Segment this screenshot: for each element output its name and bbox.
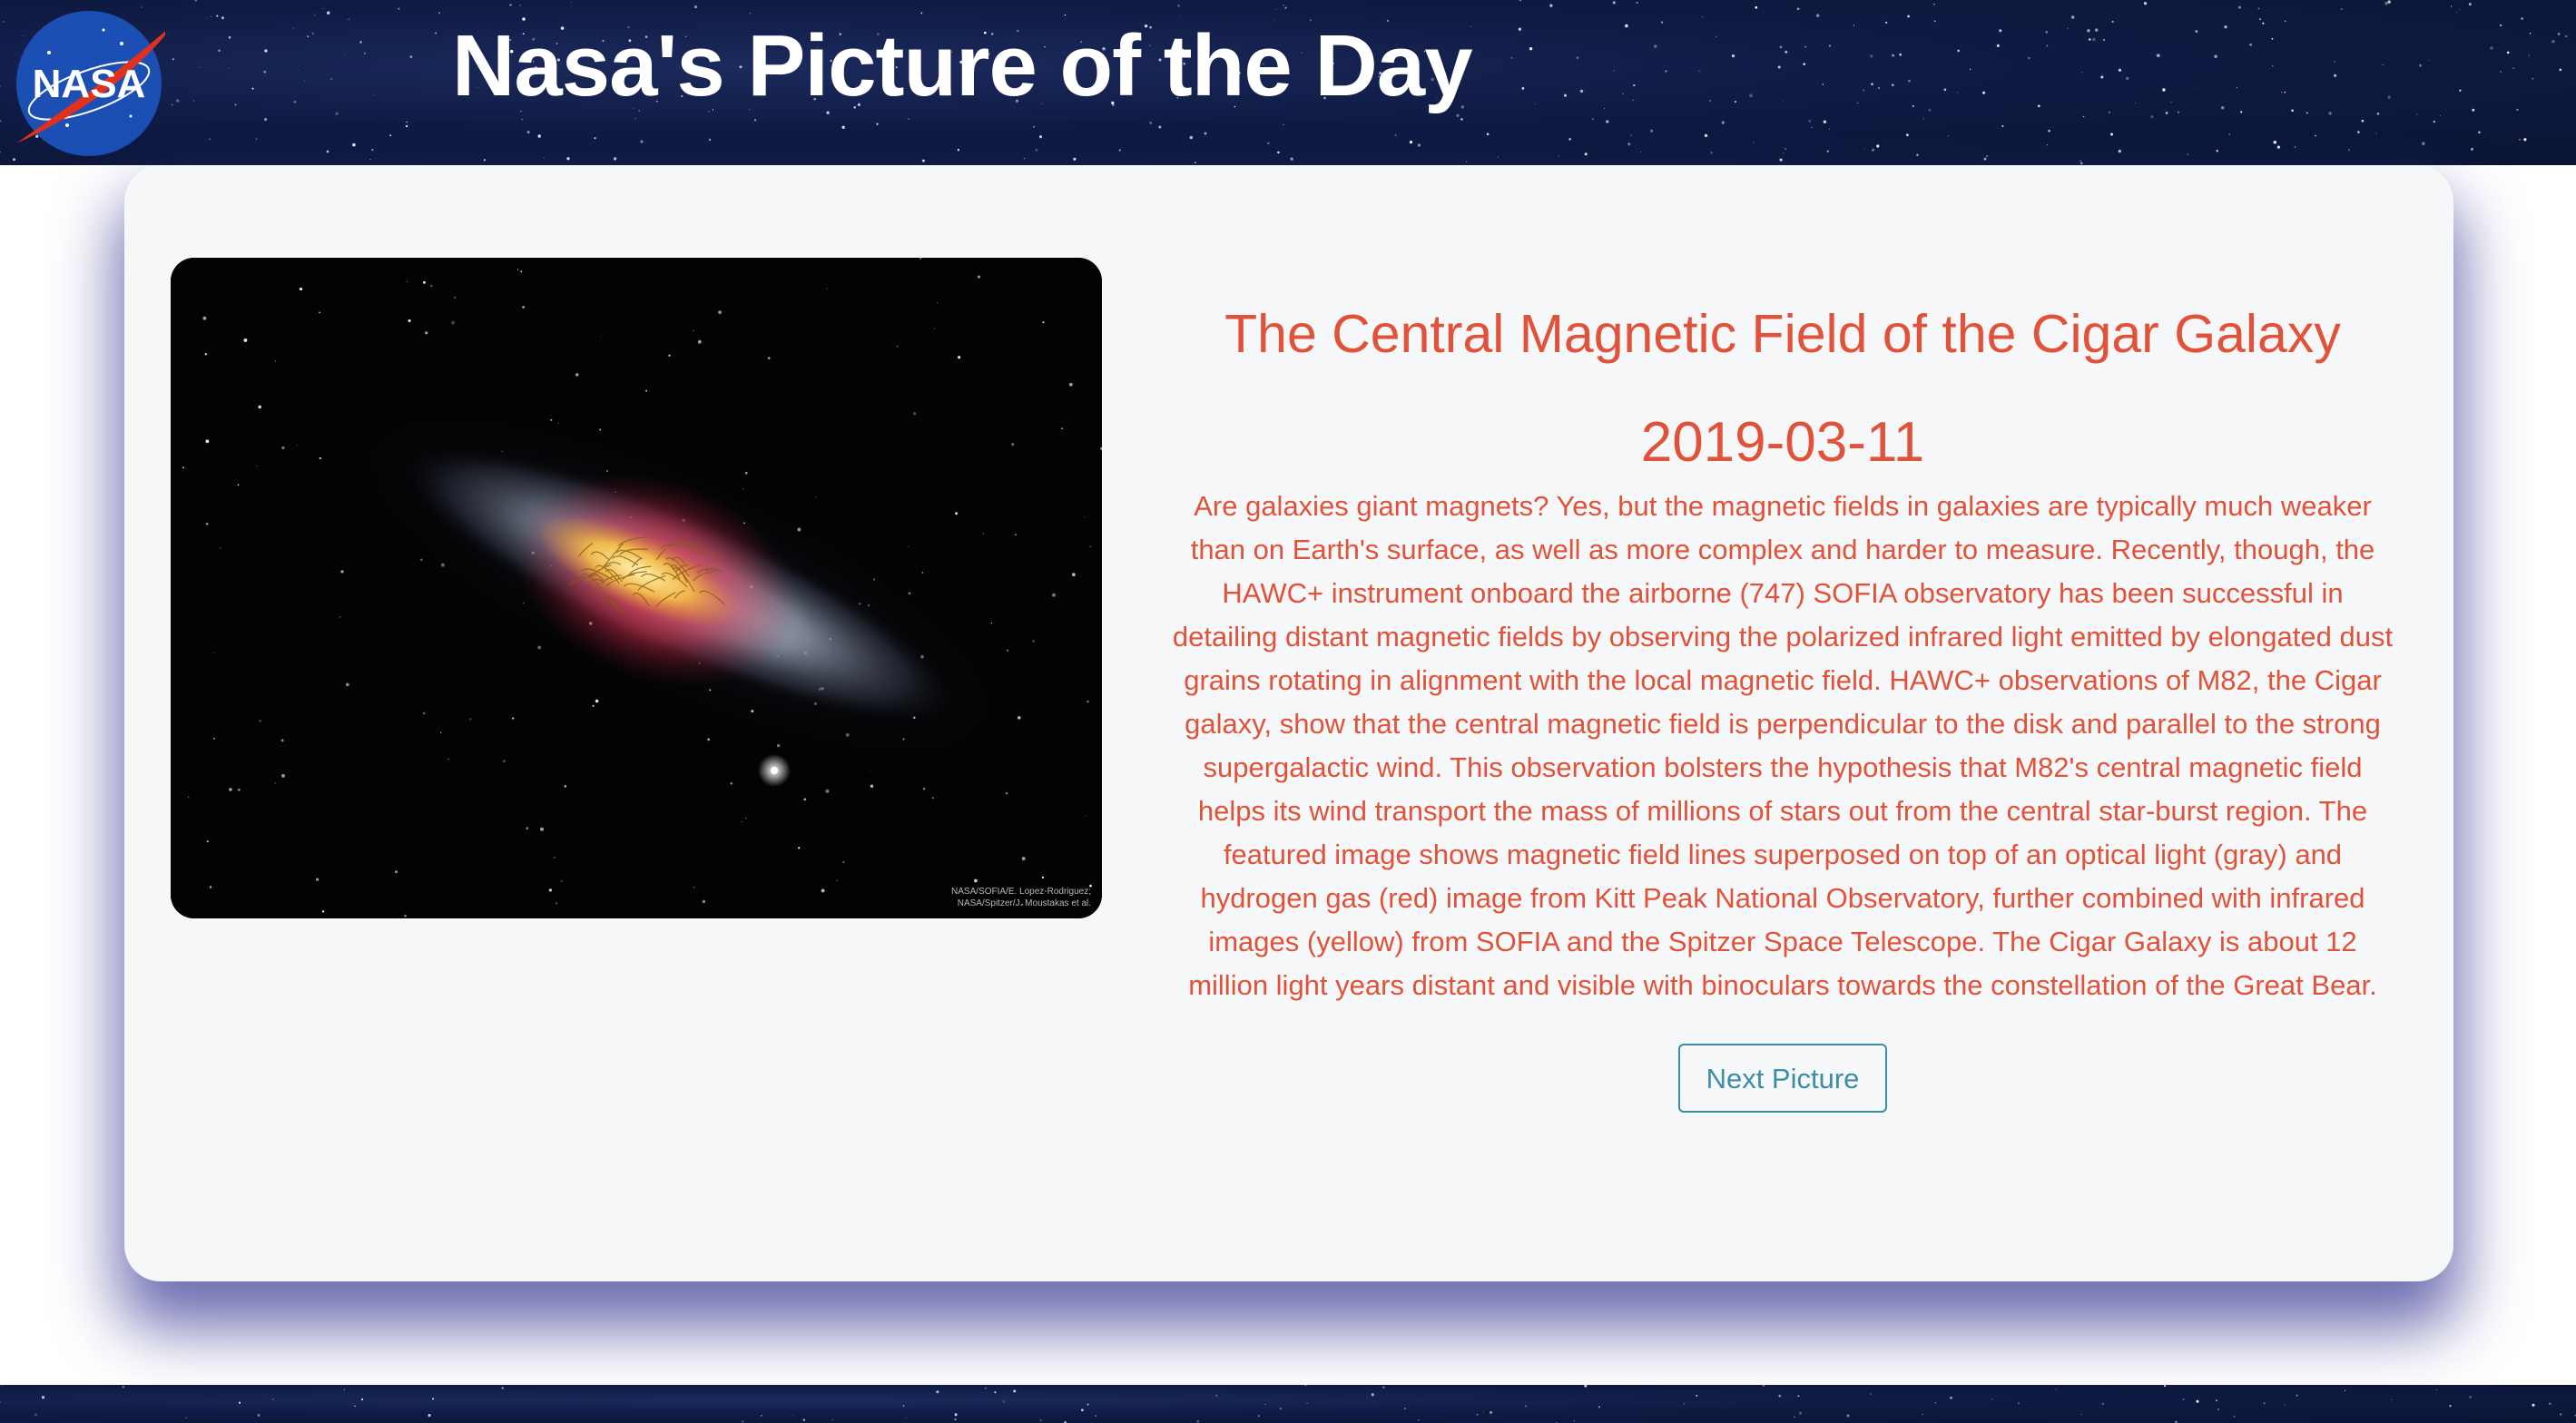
image-credit: NASA/SOFIA/E. Lopez-Rodriguez; NASA/Spit… xyxy=(951,887,1091,908)
footer-banner xyxy=(0,1385,2576,1423)
apod-details: The Central Magnetic Field of the Cigar … xyxy=(1168,292,2397,1113)
apod-card: NASA/SOFIA/E. Lopez-Rodriguez; NASA/Spit… xyxy=(124,165,2453,1281)
apod-title: The Central Magnetic Field of the Cigar … xyxy=(1224,304,2341,364)
starfield-background xyxy=(0,1385,2576,1423)
svg-text:NASA: NASA xyxy=(33,62,146,106)
nasa-logo: NASA xyxy=(13,7,178,160)
next-picture-button[interactable]: Next Picture xyxy=(1678,1044,1887,1113)
apod-image[interactable]: NASA/SOFIA/E. Lopez-Rodriguez; NASA/Spit… xyxy=(171,258,1102,918)
page-title: Nasa's Picture of the Day xyxy=(452,17,1473,114)
apod-explanation: Are galaxies giant magnets? Yes, but the… xyxy=(1172,490,2394,1001)
apod-date: 2019-03-11 xyxy=(1640,411,1925,474)
